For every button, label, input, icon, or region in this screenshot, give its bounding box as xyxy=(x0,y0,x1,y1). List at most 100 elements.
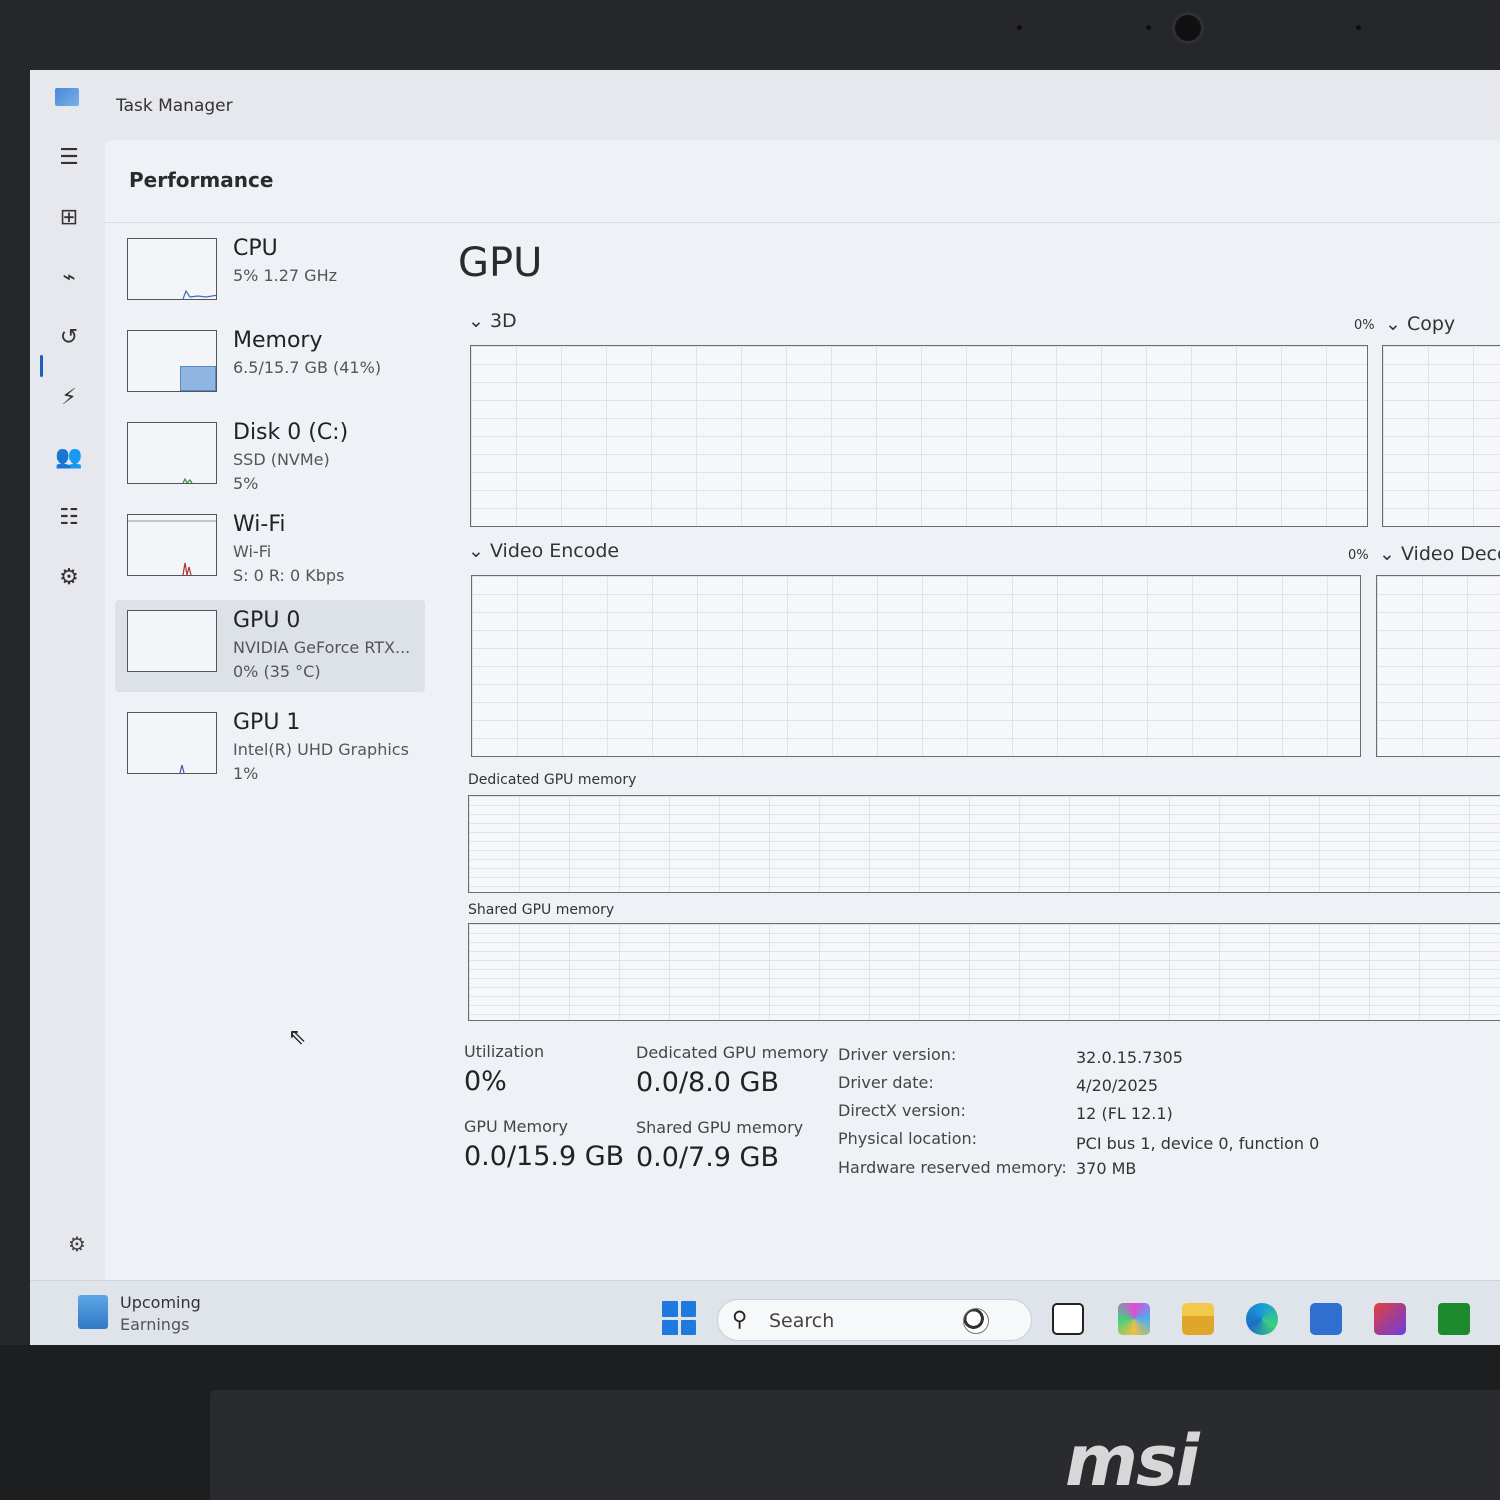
sensor-dot xyxy=(1146,25,1151,30)
engine-percent-video-encode: 0% xyxy=(1348,548,1369,563)
resource-item-gpu0[interactable]: GPU 0 NVIDIA GeForce RTX... 0% (35 °C) xyxy=(115,600,425,692)
navigation-rail: ☰ ⊞ ⌁ ↺ ⚡ 👥 ☷ ⚙ xyxy=(30,140,105,1280)
laptop-bezel-top xyxy=(0,0,1500,70)
resource-usage: 5% xyxy=(233,474,259,493)
header-divider xyxy=(105,222,1500,223)
resource-item-gpu1[interactable]: GPU 1 Intel(R) UHD Graphics 1% xyxy=(115,702,425,794)
sensor-dot xyxy=(1017,25,1022,30)
menu-icon[interactable]: ☰ xyxy=(52,140,86,174)
resource-name: CPU xyxy=(233,236,278,261)
driver-version-label: Driver version: xyxy=(838,1045,957,1064)
edge-browser-icon[interactable] xyxy=(1246,1303,1278,1335)
brand-logo: msi xyxy=(1065,1420,1200,1500)
taskbar: Upcoming Earnings ⚲ Search xyxy=(30,1280,1500,1345)
chevron-down-icon: ⌄ xyxy=(1385,313,1401,335)
graph-dedicated-memory xyxy=(468,795,1500,893)
title-bar[interactable]: Task Manager xyxy=(30,70,1500,140)
resource-name: Disk 0 (C:) xyxy=(233,420,349,445)
resource-item-wifi[interactable]: Wi-Fi Wi-Fi S: 0 R: 0 Kbps xyxy=(115,504,425,596)
services-icon[interactable]: ⚙ xyxy=(52,560,86,594)
reserved-memory-value: 370 MB xyxy=(1076,1159,1137,1178)
memory-usage-fill xyxy=(180,366,216,391)
directx-version-label: DirectX version: xyxy=(838,1101,966,1120)
engine-label: Video Deco xyxy=(1400,543,1500,565)
gpu-memory-value: 0.0/15.9 GB xyxy=(464,1141,625,1172)
settings-gear-icon[interactable]: ⚙ xyxy=(68,1232,86,1256)
resource-usage: S: 0 R: 0 Kbps xyxy=(233,566,345,585)
resource-item-memory[interactable]: Memory 6.5/15.7 GB (41%) xyxy=(115,320,425,412)
performance-icon[interactable]: ⌁ xyxy=(52,260,86,294)
engine-selector-copy[interactable]: ⌄ Copy xyxy=(1385,313,1455,335)
engine-percent-3d: 0% xyxy=(1354,318,1375,333)
laptop-bezel-left xyxy=(0,0,30,1500)
details-icon[interactable]: ☷ xyxy=(52,500,86,534)
resource-usage: 0% (35 °C) xyxy=(233,662,321,681)
dedicated-memory-graph-label: Dedicated GPU memory xyxy=(468,772,637,788)
engine-label: Copy xyxy=(1406,313,1456,335)
engine-selector-3d[interactable]: ⌄ 3D xyxy=(468,310,517,332)
laptop-keyboard-deck xyxy=(210,1390,1500,1500)
resource-name: Memory xyxy=(233,328,323,353)
widget-title[interactable]: Upcoming xyxy=(120,1293,201,1312)
camera-app-icon[interactable] xyxy=(1374,1303,1406,1335)
sensor-dot xyxy=(1356,25,1361,30)
graph-3d xyxy=(470,345,1368,527)
utilization-value: 0% xyxy=(464,1066,507,1097)
memory-thumbnail-graph xyxy=(127,330,217,392)
search-placeholder: Search xyxy=(769,1310,835,1332)
window-title: Task Manager xyxy=(116,96,233,116)
file-explorer-icon[interactable] xyxy=(1182,1303,1214,1335)
driver-date-label: Driver date: xyxy=(838,1073,934,1092)
app-history-icon[interactable]: ↺ xyxy=(52,320,86,354)
shared-memory-value: 0.0/7.9 GB xyxy=(636,1142,780,1173)
resource-name: Wi-Fi xyxy=(233,512,286,537)
performance-content: Performance CPU 5% 1.27 GHz Memory 6.5/1… xyxy=(105,140,1500,1280)
physical-location-value: PCI bus 1, device 0, function 0 xyxy=(1076,1134,1320,1153)
resource-detail: Intel(R) UHD Graphics xyxy=(233,740,409,759)
widget-subtitle[interactable]: Earnings xyxy=(120,1315,189,1334)
engine-selector-video-encode[interactable]: ⌄ Video Encode xyxy=(468,540,619,562)
chevron-down-icon: ⌄ xyxy=(468,540,484,562)
resource-item-disk[interactable]: Disk 0 (C:) SSD (NVMe) 5% xyxy=(115,412,425,504)
utilization-label: Utilization xyxy=(464,1042,545,1061)
resource-detail: Wi-Fi xyxy=(233,542,272,561)
engine-label: 3D xyxy=(489,310,517,332)
physical-location-label: Physical location: xyxy=(838,1129,978,1148)
resource-detail: 5% 1.27 GHz xyxy=(233,266,338,285)
page-title: Performance xyxy=(129,168,274,192)
graph-shared-memory xyxy=(468,923,1500,1021)
graph-video-encode xyxy=(471,575,1361,757)
mouse-pointer-icon: ⇖ xyxy=(288,1025,307,1050)
dedicated-memory-value: 0.0/8.0 GB xyxy=(636,1067,780,1098)
graph-video-decode xyxy=(1376,575,1500,757)
graph-copy xyxy=(1382,345,1500,527)
engine-label: Video Encode xyxy=(489,540,620,562)
resource-usage: 1% xyxy=(233,764,259,783)
shared-memory-label: Shared GPU memory xyxy=(636,1118,804,1137)
resource-name: GPU 1 xyxy=(233,710,301,735)
startup-apps-icon[interactable]: ⚡ xyxy=(52,380,86,414)
chevron-down-icon: ⌄ xyxy=(1379,543,1395,565)
engine-selector-video-decode[interactable]: ⌄ Video Deco xyxy=(1379,543,1500,565)
task-view-icon[interactable] xyxy=(1052,1303,1084,1335)
users-icon[interactable]: 👥 xyxy=(52,440,86,474)
widgets-icon[interactable] xyxy=(78,1295,108,1329)
search-highlight-soccer-icon xyxy=(963,1308,989,1334)
resource-item-cpu[interactable]: CPU 5% 1.27 GHz xyxy=(115,228,425,320)
wifi-thumbnail-graph xyxy=(127,514,217,576)
search-icon: ⚲ xyxy=(732,1307,748,1331)
screen: Task Manager ☰ ⊞ ⌁ ↺ ⚡ 👥 ☷ ⚙ ⚙ Performan… xyxy=(30,70,1500,1345)
shared-memory-graph-label: Shared GPU memory xyxy=(468,902,615,918)
processes-icon[interactable]: ⊞ xyxy=(52,200,86,234)
xbox-icon[interactable] xyxy=(1438,1303,1470,1335)
copilot-icon[interactable] xyxy=(1118,1303,1150,1335)
nav-active-indicator xyxy=(40,355,43,377)
taskbar-search-box[interactable]: ⚲ Search xyxy=(717,1299,1032,1341)
resource-detail: SSD (NVMe) xyxy=(233,450,330,469)
gpu-memory-label: GPU Memory xyxy=(464,1117,568,1136)
microsoft-store-icon[interactable] xyxy=(1310,1303,1342,1335)
driver-date-value: 4/20/2025 xyxy=(1076,1076,1159,1095)
start-windows-icon[interactable] xyxy=(662,1301,696,1335)
disk-thumbnail-graph xyxy=(127,422,217,484)
reserved-memory-label: Hardware reserved memory: xyxy=(838,1158,1067,1177)
